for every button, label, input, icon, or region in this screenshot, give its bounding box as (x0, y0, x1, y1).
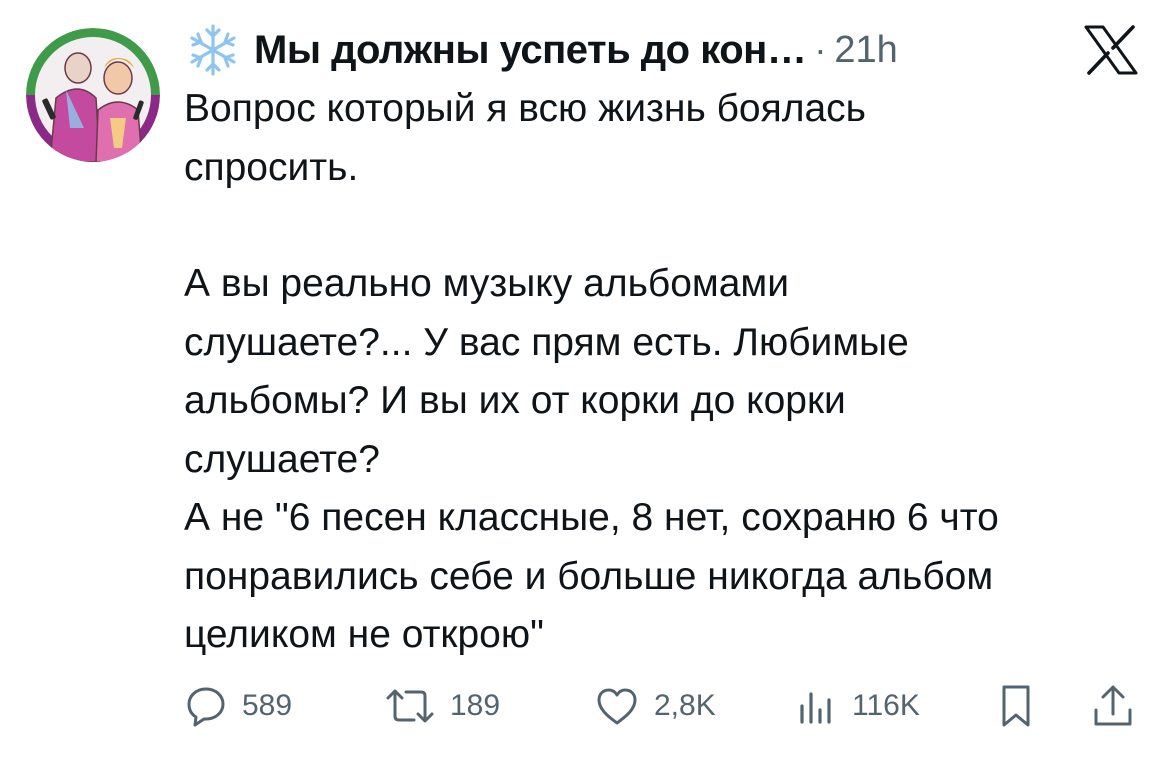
header-separator: · (814, 29, 827, 70)
reply-button[interactable]: 589 (184, 680, 292, 732)
reply-count: 589 (242, 689, 293, 722)
retweet-count: 189 (450, 689, 501, 722)
action-bar: 589 189 2,8K 116K (184, 680, 1144, 732)
tweet-paragraph: Вопрос который я всю жизнь боялась спрос… (184, 87, 867, 189)
bookmark-icon (994, 682, 1038, 730)
retweet-arrows-icon (384, 684, 436, 728)
share-button[interactable] (1090, 680, 1136, 732)
tweet-body: Вопрос который я всю жизнь боялась спрос… (184, 80, 1154, 665)
snowflake-icon (184, 22, 242, 78)
bar-chart-icon (794, 684, 838, 728)
tweet-paragraph: А вы реально музыку альбомами слушаете?.… (184, 262, 999, 656)
retweet-button[interactable]: 189 (384, 680, 500, 732)
tweet-timestamp[interactable]: 21h (834, 29, 897, 72)
author-avatar[interactable] (26, 28, 160, 162)
author-name[interactable]: Мы должны успеть до кон… (254, 28, 807, 73)
x-logo-icon (1080, 22, 1142, 78)
share-upload-icon (1090, 682, 1136, 730)
heart-icon (594, 684, 640, 728)
speech-bubble-icon (184, 684, 228, 728)
bookmark-button[interactable] (994, 680, 1038, 732)
views-button[interactable]: 116K (794, 680, 920, 732)
like-button[interactable]: 2,8K (594, 680, 716, 732)
views-count: 116K (852, 689, 920, 722)
like-count: 2,8K (654, 689, 716, 722)
tweet-header: Мы должны успеть до кон… · 21h (184, 22, 898, 78)
